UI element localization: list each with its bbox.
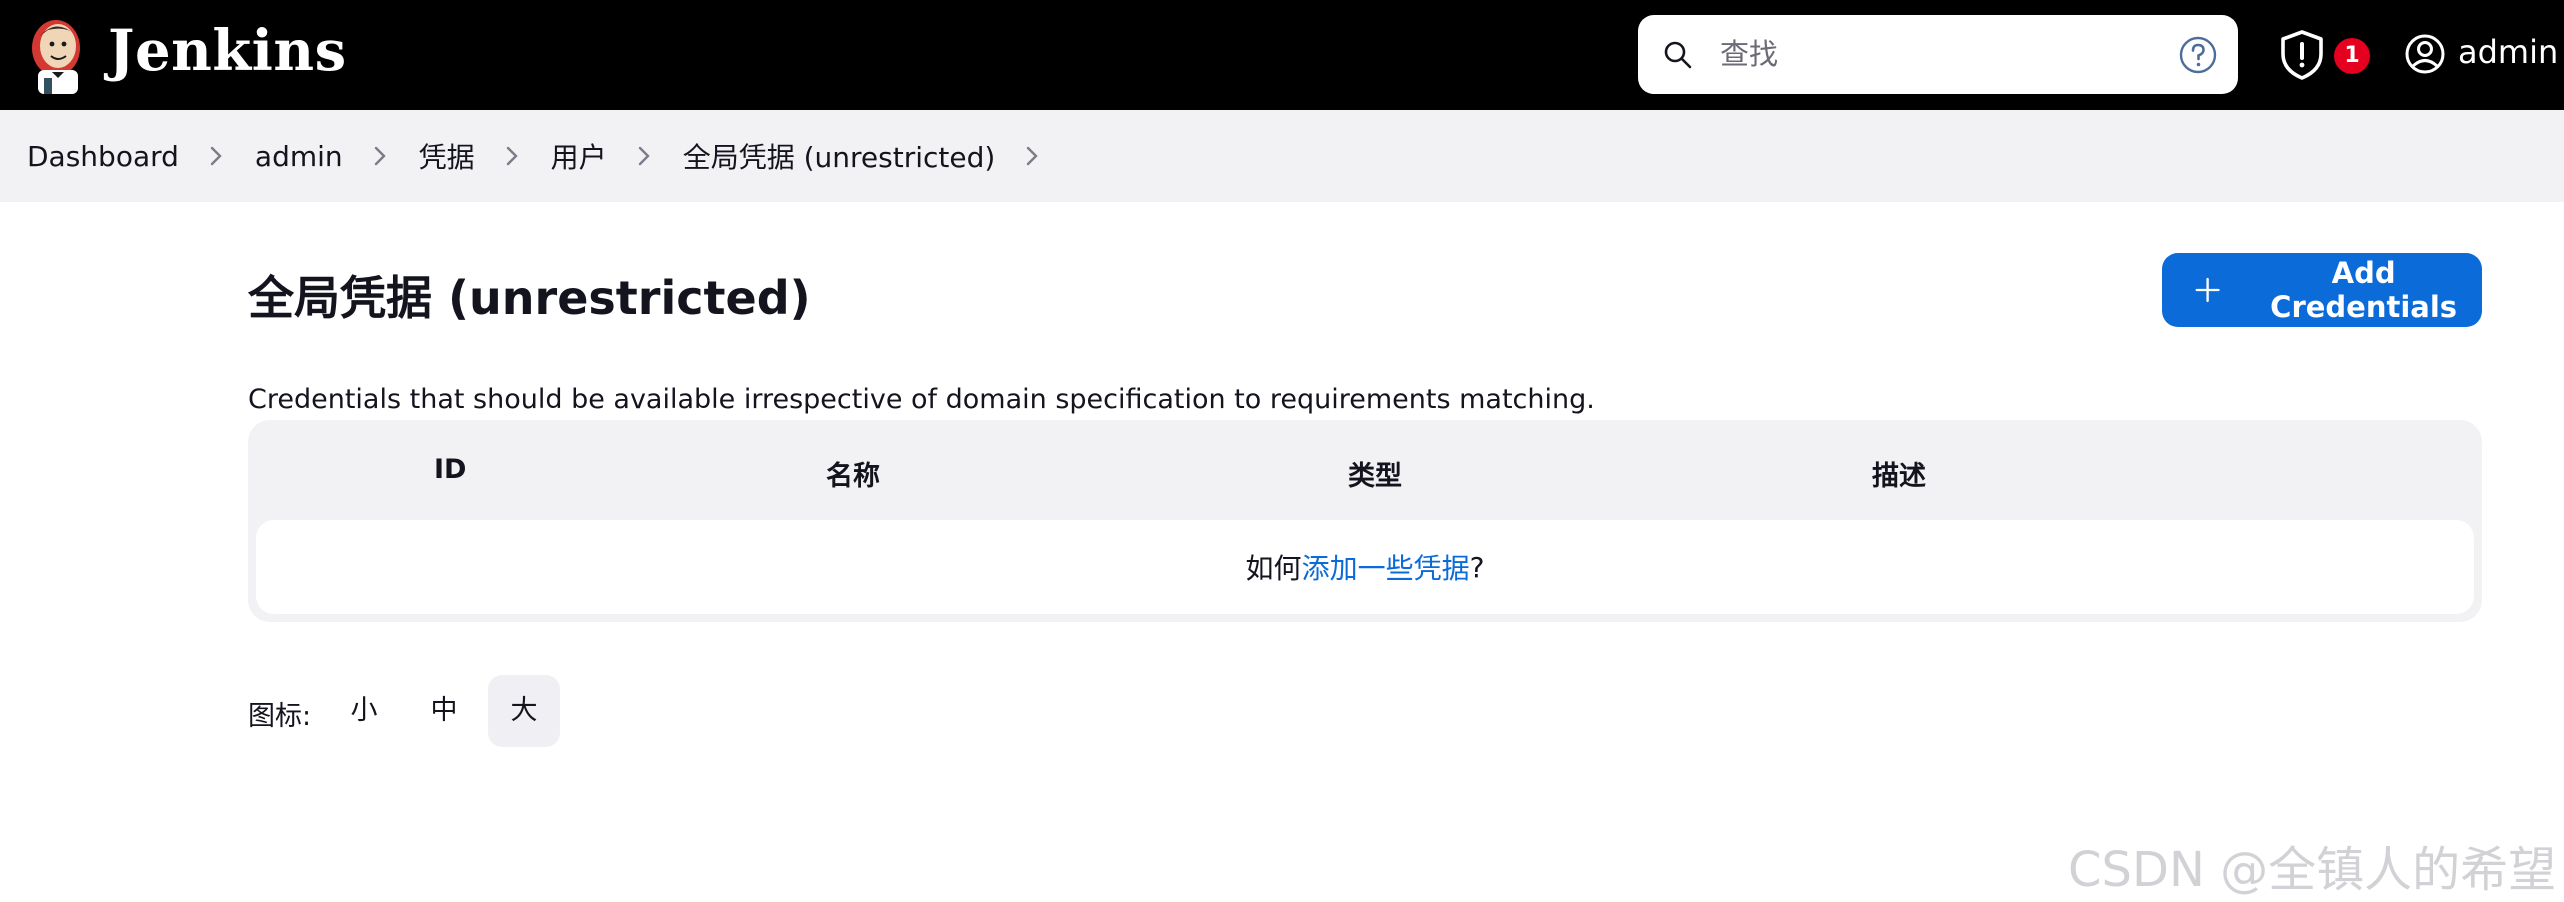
security-badge[interactable]: 1 — [2334, 38, 2370, 74]
add-credentials-link[interactable]: 添加一些凭据 — [1302, 547, 1470, 587]
add-credentials-label: Add Credentials — [2270, 256, 2458, 324]
column-header-description[interactable]: 描述 — [1872, 454, 1926, 493]
breadcrumb-admin[interactable]: admin — [255, 140, 343, 173]
chevron-right-icon[interactable] — [1023, 144, 1041, 168]
help-icon[interactable] — [2178, 35, 2218, 75]
chevron-right-icon[interactable] — [207, 144, 225, 168]
shield-icon[interactable] — [2278, 29, 2326, 81]
column-header-type[interactable]: 类型 — [1348, 454, 1402, 493]
column-header-name[interactable]: 名称 — [826, 454, 880, 493]
column-header-id[interactable]: ID — [434, 454, 466, 485]
chevron-right-icon[interactable] — [635, 144, 653, 168]
icon-size-large[interactable]: 大 — [488, 675, 560, 747]
credentials-table: ID 名称 类型 描述 如何 添加一些凭据? — [248, 420, 2482, 622]
user-name-link[interactable]: admin — [2458, 33, 2558, 71]
chevron-right-icon[interactable] — [371, 144, 389, 168]
search-box[interactable] — [1638, 15, 2238, 94]
jenkins-logo-icon[interactable] — [26, 14, 88, 96]
empty-state-row: 如何 添加一些凭据? — [256, 520, 2474, 614]
user-icon[interactable] — [2404, 33, 2446, 75]
chevron-right-icon[interactable] — [503, 144, 521, 168]
search-input[interactable] — [1720, 31, 2140, 77]
top-bar: Jenkins 1 admin — [0, 0, 2564, 110]
brand-name[interactable]: Jenkins — [108, 18, 347, 84]
breadcrumb: Dashboard admin 凭据 用户 全局凭据 (unrestricted… — [0, 110, 2564, 202]
search-icon — [1664, 41, 1692, 69]
empty-state-prefix: 如何 — [1245, 552, 1302, 585]
add-credentials-button[interactable]: Add Credentials — [2162, 253, 2482, 327]
watermark: CSDN @全镇人的希望 — [2068, 842, 2557, 898]
page-title: 全局凭据 (unrestricted) — [248, 271, 811, 325]
page-description: Credentials that should be available irr… — [248, 384, 1595, 415]
breadcrumb-global-credentials[interactable]: 全局凭据 (unrestricted) — [683, 136, 996, 176]
plus-icon — [2195, 277, 2220, 303]
icon-size-label: 图标: — [248, 701, 312, 732]
empty-state-suffix: ? — [1469, 550, 1485, 584]
icon-size-small[interactable]: 小 — [328, 675, 400, 747]
icon-size-medium[interactable]: 中 — [408, 675, 480, 747]
breadcrumb-credentials[interactable]: 凭据 — [419, 136, 475, 176]
breadcrumb-dashboard[interactable]: Dashboard — [27, 140, 179, 173]
breadcrumb-user[interactable]: 用户 — [551, 136, 607, 176]
